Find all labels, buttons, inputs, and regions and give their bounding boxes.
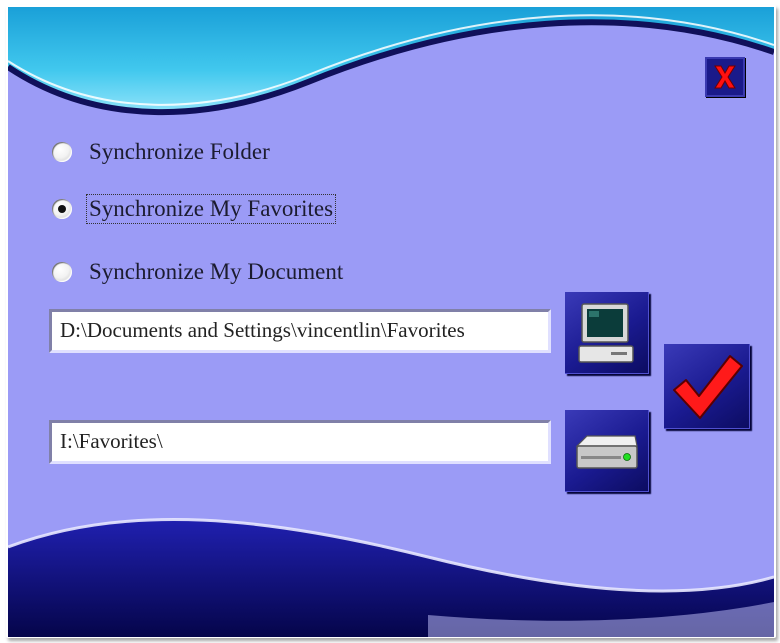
close-x-icon — [714, 65, 736, 89]
option-label: Synchronize My Document — [89, 259, 344, 284]
option-synchronize-document[interactable]: Synchronize My Document — [52, 258, 345, 286]
source-browse-button[interactable] — [565, 292, 649, 374]
source-path-field[interactable]: D:\Documents and Settings\vincentlin\Fav… — [49, 309, 551, 353]
confirm-button[interactable] — [664, 344, 750, 429]
option-label: Synchronize My Favorites — [85, 194, 337, 224]
radio-button[interactable] — [52, 142, 72, 162]
radio-button[interactable] — [52, 199, 72, 219]
option-synchronize-folder[interactable]: Synchronize Folder — [52, 138, 272, 166]
computer-icon — [578, 303, 634, 363]
close-button[interactable] — [705, 57, 745, 97]
option-label: Synchronize Folder — [89, 139, 270, 164]
target-browse-button[interactable] — [565, 410, 649, 492]
sync-dialog: Synchronize Folder Synchronize My Favori… — [8, 7, 774, 637]
drive-icon — [575, 435, 638, 469]
bottom-wave-decoration — [8, 517, 774, 637]
target-path-field[interactable]: I:\Favorites\ — [49, 420, 551, 464]
checkmark-icon — [673, 355, 743, 419]
option-synchronize-favorites[interactable]: Synchronize My Favorites — [52, 194, 337, 224]
top-wave-decoration — [8, 7, 774, 116]
radio-button[interactable] — [52, 262, 72, 282]
